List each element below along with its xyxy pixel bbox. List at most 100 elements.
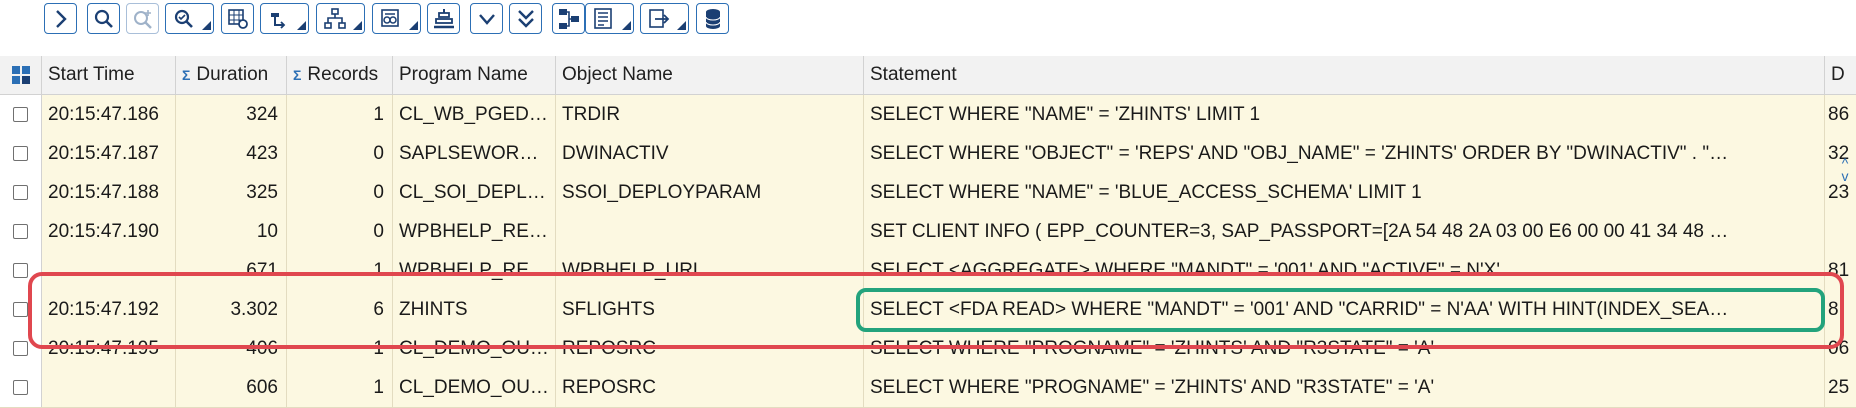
table-row[interactable]: 606 1 CL_DEMO_OU… REPOSRC SELECT WHERE "… (0, 368, 1856, 408)
cell-object-name: DWINACTIV (556, 134, 864, 173)
cell-program-name: SAPLSEWOR… (393, 134, 556, 173)
cell-statement: SELECT WHERE "OBJECT" = 'REPS' AND "OBJ_… (864, 134, 1825, 173)
align-button[interactable] (427, 3, 460, 34)
find-button[interactable] (87, 3, 120, 34)
dropdown-arrow-icon (409, 21, 418, 30)
row-checkbox[interactable] (13, 341, 28, 356)
sort-icon (270, 12, 285, 29)
chevron-right-icon (55, 9, 67, 28)
column-header-object-name[interactable]: Object Name (556, 56, 864, 94)
grid-gear-icon (227, 8, 248, 29)
cell-duration: 10 (176, 212, 287, 251)
cell-records: 0 (287, 212, 393, 251)
cell-object-name: REPOSRC (556, 368, 864, 407)
hierarchy-icon (323, 7, 346, 29)
column-header-duration[interactable]: Σ Duration (176, 56, 287, 94)
cell-program-name: CL_SOI_DEPL… (393, 173, 556, 212)
double-chevron-down-icon (517, 9, 534, 28)
dropdown-arrow-icon (297, 21, 306, 30)
cell-statement: SET CLIENT INFO ( EPP_COUNTER=3, SAP_PAS… (864, 212, 1825, 251)
column-header-d[interactable]: D (1825, 56, 1856, 94)
settings-button[interactable] (221, 3, 254, 34)
row-selector[interactable] (0, 212, 42, 251)
row-checkbox[interactable] (13, 380, 28, 395)
cell-object-name (556, 212, 864, 251)
row-checkbox[interactable] (13, 185, 28, 200)
dropdown-arrow-icon (677, 21, 686, 30)
cell-statement: SELECT WHERE "NAME" = 'ZHINTS' LIMIT 1 (864, 95, 1825, 134)
cell-d (1825, 212, 1856, 251)
structure-icon (558, 8, 579, 29)
statement-text: SELECT WHERE "PROGNAME" = 'ZHINTS' AND "… (870, 376, 1435, 398)
cell-object-name: SSOI_DEPLOYPARAM (556, 173, 864, 212)
sort-button[interactable] (260, 3, 309, 34)
layout-grid-icon (11, 66, 30, 84)
table-row[interactable]: 20:15:47.187 423 0 SAPLSEWOR… DWINACTIV … (0, 134, 1856, 174)
column-header-statement[interactable]: Statement (864, 56, 1825, 94)
export-icon (648, 8, 669, 28)
filter-button[interactable] (165, 3, 214, 34)
row-checkbox[interactable] (13, 146, 28, 161)
column-label: Start Time (48, 64, 135, 85)
row-selector[interactable] (0, 134, 42, 173)
cell-statement: SELECT WHERE "NAME" = 'BLUE_ACCESS_SCHEM… (864, 173, 1825, 212)
column-label: Records (307, 64, 379, 85)
column-header-start-time[interactable]: Start Time (42, 56, 176, 94)
table-row[interactable]: 20:15:47.188 325 0 CL_SOI_DEPL… SSOI_DEP… (0, 173, 1856, 213)
select-all-button[interactable] (0, 56, 42, 94)
expand-button[interactable] (44, 3, 77, 34)
cell-d: 25 (1828, 376, 1850, 398)
collapse-button[interactable] (470, 3, 503, 34)
cell-object-name: TRDIR (556, 95, 864, 134)
cell-statement: SELECT WHERE "PROGNAME" = 'ZHINTS' AND "… (864, 368, 1825, 407)
toolbar (0, 0, 1856, 44)
row-selector[interactable] (0, 95, 42, 134)
layout-button[interactable] (585, 3, 634, 34)
row-selector[interactable] (0, 368, 42, 407)
column-label: D (1831, 64, 1845, 85)
cell-records: 1 (287, 368, 393, 407)
dropdown-arrow-icon (202, 21, 211, 30)
row-checkbox[interactable] (13, 107, 28, 122)
row-checkbox[interactable] (13, 302, 28, 317)
table-row[interactable]: 20:15:47.190 10 0 WPBHELP_RE… SET CLIENT… (0, 212, 1856, 252)
row-checkbox[interactable] (13, 263, 28, 278)
cell-start-time (42, 368, 176, 407)
cell-records: 0 (287, 134, 393, 173)
aggregate-button[interactable] (372, 3, 421, 34)
hierarchy-button[interactable] (316, 3, 365, 34)
structure-button[interactable] (552, 3, 585, 34)
cell-records: 0 (287, 173, 393, 212)
column-label: Program Name (399, 64, 528, 85)
dropdown-arrow-icon (622, 21, 631, 30)
table-row[interactable]: 20:15:47.186 324 1 CL_WB_PGED… TRDIR SEL… (0, 95, 1856, 135)
collapse-all-button[interactable] (509, 3, 542, 34)
cell-records: 1 (287, 95, 393, 134)
export-button[interactable] (640, 3, 689, 34)
row-checkbox[interactable] (13, 224, 28, 239)
cell-program-name: CL_DEMO_OU… (393, 368, 556, 407)
cell-duration: 325 (176, 173, 287, 212)
statement-text: SET CLIENT INFO ( EPP_COUNTER=3, SAP_PAS… (870, 220, 1729, 242)
aggregate-icon (380, 8, 399, 27)
find-next-button[interactable] (126, 3, 159, 34)
cell-program-name: WPBHELP_RE… (393, 212, 556, 251)
statement-text: SELECT WHERE "OBJECT" = 'REPS' AND "OBJ_… (870, 142, 1729, 164)
column-header-records[interactable]: Σ Records (287, 56, 393, 94)
scroll-indicator-icon[interactable]: ^ v (1838, 156, 1852, 183)
magnifier-icon (94, 9, 113, 28)
magnifier-plus-icon (133, 9, 152, 29)
cell-duration: 606 (176, 368, 287, 407)
cell-start-time: 20:15:47.187 (42, 134, 176, 173)
cell-duration: 324 (176, 95, 287, 134)
row-selector[interactable] (0, 173, 42, 212)
database-button[interactable] (696, 3, 729, 34)
layout-icon (593, 7, 612, 29)
column-label: Object Name (562, 64, 673, 85)
cell-duration: 423 (176, 134, 287, 173)
statement-text: SELECT WHERE "NAME" = 'BLUE_ACCESS_SCHEM… (870, 181, 1422, 203)
magnifier-check-icon (174, 9, 193, 28)
column-header-program-name[interactable]: Program Name (393, 56, 556, 94)
chevron-down-icon (478, 13, 495, 25)
table-header: Start Time Σ Duration Σ Records Program … (0, 56, 1856, 95)
